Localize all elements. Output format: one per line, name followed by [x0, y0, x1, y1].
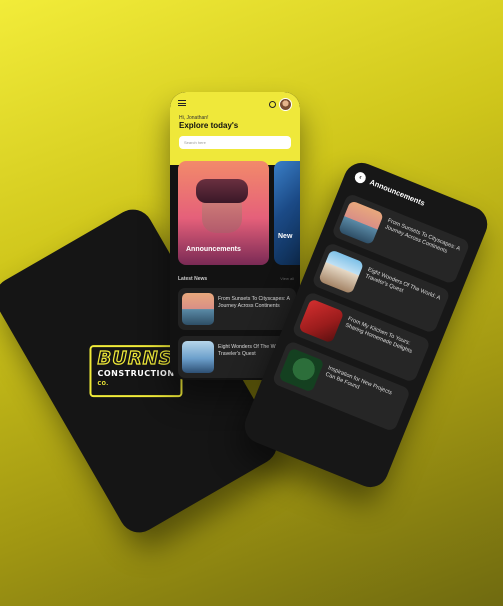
announcement-thumbnail — [318, 249, 365, 295]
logo-co-text: CO. — [97, 381, 109, 388]
notification-icon[interactable] — [269, 101, 276, 108]
vr-headset-image — [196, 179, 248, 203]
news-title: From Sunsets To Cityscapes: A Journey Ac… — [218, 296, 290, 309]
logo-name-top: BURNS — [97, 348, 173, 370]
latest-news-heading: Latest News — [178, 276, 208, 282]
menu-icon[interactable] — [178, 100, 186, 106]
search-input[interactable]: Search here — [179, 136, 291, 149]
news-item[interactable]: From Sunsets To Cityscapes: A Journey Ac… — [178, 288, 296, 330]
news-thumbnail — [182, 341, 214, 373]
announcements-title: Announcements — [368, 177, 427, 208]
announcement-thumbnail — [298, 298, 345, 344]
logo-name-bottom: CONSTRUCTION CO. — [97, 369, 175, 392]
home-header: Hi, Jonathan! Explore today's Search her… — [170, 92, 300, 165]
featured-card-label: Announcements — [186, 246, 241, 253]
news-thumbnail — [182, 293, 214, 325]
page-title: Explore today's — [179, 121, 239, 130]
burns-construction-logo: BURNS CONSTRUCTION CO. — [89, 345, 183, 397]
announcement-title: From Sunsets To Cityscapes: A Journey Ac… — [383, 217, 461, 256]
avatar[interactable] — [279, 98, 292, 111]
featured-card-label: New — [278, 233, 293, 240]
logo-construction-text: CONSTRUCTION — [97, 369, 175, 379]
announcement-thumbnail — [337, 200, 385, 246]
featured-card-news[interactable]: New — [274, 161, 300, 265]
back-button[interactable]: ‹ — [353, 170, 368, 185]
announcement-thumbnail — [278, 347, 325, 393]
featured-card-announcements[interactable]: Announcements — [178, 161, 269, 265]
view-all-link[interactable]: View all — [280, 276, 294, 281]
logo-frame: BURNS CONSTRUCTION CO. — [89, 345, 183, 397]
